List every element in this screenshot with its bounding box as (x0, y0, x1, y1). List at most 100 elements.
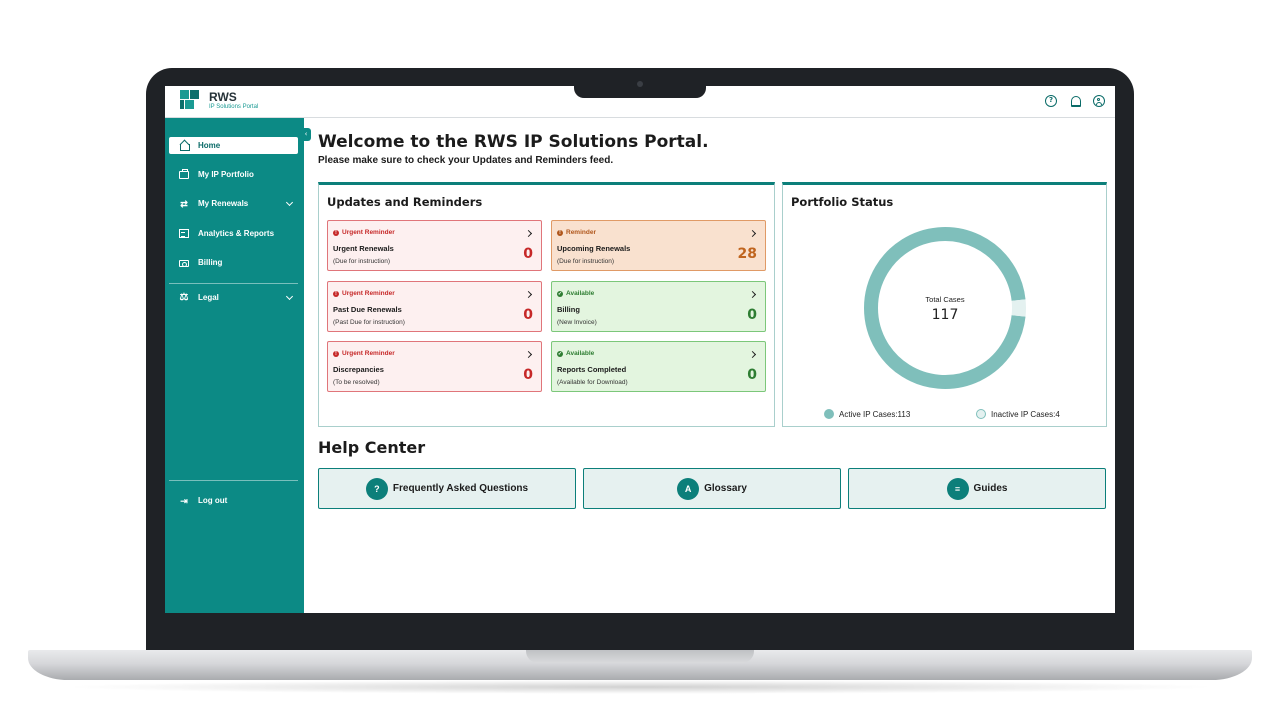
tile-status: ! Reminder (557, 229, 596, 236)
chevron-down-icon[interactable] (285, 292, 294, 300)
sidebar-divider (169, 283, 298, 284)
portfolio-donut-chart: Total Cases 117 (862, 225, 1028, 391)
brand-name: RWS (209, 90, 237, 104)
tile-name: Urgent Renewals (333, 244, 394, 253)
tile-name: Past Due Renewals (333, 305, 402, 314)
sidebar-divider (169, 480, 298, 481)
sidebar-item-label: Analytics & Reports (198, 229, 275, 238)
chevron-right-icon[interactable] (748, 290, 757, 299)
analytics-icon (179, 229, 189, 238)
tile-urgent-renewals[interactable]: ! Urgent Reminder Urgent Renewals (Due fo… (327, 220, 542, 271)
help-center-title: Help Center (318, 438, 426, 457)
legal-icon: ⚖ (179, 291, 189, 303)
tile-status: ✓ Available (557, 290, 594, 297)
sidebar-item-legal[interactable]: ⚖ Legal (169, 289, 298, 306)
faq-label: Frequently Asked Questions (392, 483, 529, 494)
tile-status-label: Reminder (566, 229, 596, 236)
faq-button[interactable]: ? Frequently Asked Questions (318, 468, 576, 509)
sidebar-item-home[interactable]: Home (169, 137, 298, 154)
portfolio-title: Portfolio Status (791, 195, 894, 209)
portal-screen: RWS IP Solutions Portal ? Home My IP Por… (165, 86, 1115, 613)
sidebar-collapse-button[interactable]: ‹ (301, 128, 311, 141)
sidebar-item-analytics[interactable]: Analytics & Reports (169, 225, 298, 242)
tile-name: Billing (557, 305, 580, 314)
legend-label: Active IP Cases:113 (839, 409, 911, 419)
logout-label: Log out (198, 496, 228, 505)
tile-count: 0 (747, 367, 757, 383)
tile-past-due-renewals[interactable]: ! Urgent Reminder Past Due Renewals (Past… (327, 281, 542, 332)
tile-status-label: Urgent Reminder (342, 290, 395, 297)
tile-name: Reports Completed (557, 365, 627, 374)
tile-note: (New Invoice) (557, 319, 597, 326)
logout-icon: ⇥ (180, 495, 188, 506)
user-icon[interactable] (1093, 95, 1105, 107)
sidebar-item-label: My Renewals (198, 199, 249, 208)
brand-subtitle: IP Solutions Portal (209, 104, 259, 110)
alert-icon: ! (333, 229, 339, 236)
top-icons: ? (1045, 95, 1105, 107)
check-icon: ✓ (557, 350, 563, 357)
tile-reports-completed[interactable]: ✓ Available Reports Completed (Available … (551, 341, 766, 392)
sidebar-item-portfolio[interactable]: My IP Portfolio (169, 166, 298, 183)
glossary-icon: A (677, 477, 700, 500)
legend-label: Inactive IP Cases:4 (991, 409, 1060, 419)
camera-icon (637, 81, 643, 87)
portfolio-card: Portfolio Status Total Cases 117 Active … (782, 182, 1107, 427)
chevron-right-icon[interactable] (748, 229, 757, 238)
tile-upcoming-renewals[interactable]: ! Reminder Upcoming Renewals (Due for ins… (551, 220, 766, 271)
faq-icon: ? (365, 477, 388, 500)
tile-status: ! Urgent Reminder (333, 350, 395, 357)
sidebar: Home My IP Portfolio ⇄ My Renewals Analy… (165, 118, 304, 613)
page-subtitle: Please make sure to check your Updates a… (318, 155, 614, 166)
tile-count: 0 (523, 367, 533, 383)
updates-card: Updates and Reminders ! Urgent Reminder U… (318, 182, 775, 427)
sidebar-item-label: Legal (198, 293, 219, 302)
guides-icon: ≡ (946, 477, 969, 500)
chevron-right-icon[interactable] (524, 350, 533, 359)
legend-active: Active IP Cases:113 (824, 409, 910, 419)
glossary-button[interactable]: A Glossary (583, 468, 841, 509)
check-icon: ✓ (557, 290, 563, 297)
sidebar-item-label: Home (198, 141, 221, 150)
sidebar-item-renewals[interactable]: ⇄ My Renewals (169, 195, 298, 212)
tile-status-label: Available (566, 290, 595, 297)
billing-icon (179, 260, 189, 267)
total-cases-label: Total Cases (925, 295, 965, 304)
guides-button[interactable]: ≡ Guides (848, 468, 1106, 509)
alert-icon: ! (557, 229, 563, 236)
logout-button[interactable]: ⇥ Log out (169, 492, 298, 509)
tile-count: 0 (523, 246, 533, 262)
tile-discrepancies[interactable]: ! Urgent Reminder Discrepancies (To be re… (327, 341, 542, 392)
tile-note: (Available for Download) (557, 379, 628, 386)
tile-name: Discrepancies (333, 365, 384, 374)
chevron-right-icon[interactable] (748, 350, 757, 359)
tile-count: 28 (737, 246, 757, 262)
tile-note: (Due for instruction) (557, 258, 615, 265)
guides-label: Guides (973, 483, 1008, 494)
chevron-right-icon[interactable] (524, 290, 533, 299)
tile-status: ! Urgent Reminder (333, 229, 395, 236)
laptop-shadow (60, 680, 1220, 694)
renewals-icon: ⇄ (180, 198, 188, 209)
legend-swatch (976, 409, 986, 419)
sidebar-item-billing[interactable]: Billing (169, 254, 298, 271)
rws-logo-icon[interactable] (180, 90, 202, 112)
help-icon[interactable]: ? (1045, 95, 1057, 107)
chevron-down-icon[interactable] (285, 198, 294, 206)
tile-status-label: Available (566, 350, 595, 357)
page-title: Welcome to the RWS IP Solutions Portal. (318, 132, 709, 152)
sidebar-item-label: Billing (198, 258, 223, 267)
tile-count: 0 (523, 307, 533, 323)
tile-status: ! Urgent Reminder (333, 290, 395, 297)
tile-billing[interactable]: ✓ Available Billing (New Invoice) 0 (551, 281, 766, 332)
alert-icon: ! (333, 290, 339, 297)
tile-status-label: Urgent Reminder (342, 350, 395, 357)
tile-note: (Past Due for instruction) (333, 319, 405, 326)
tile-status: ✓ Available (557, 350, 594, 357)
tile-count: 0 (747, 307, 757, 323)
portfolio-icon (179, 169, 189, 179)
chevron-right-icon[interactable] (524, 229, 533, 238)
bell-icon[interactable] (1069, 95, 1081, 107)
alert-icon: ! (333, 350, 339, 357)
tile-status-label: Urgent Reminder (342, 229, 395, 236)
